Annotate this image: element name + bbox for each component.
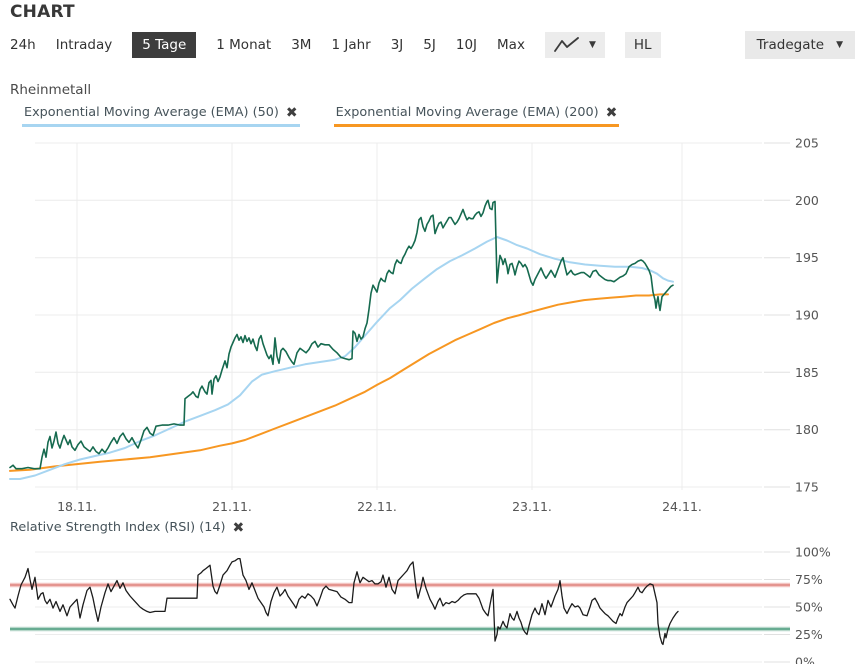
range-tab-intraday[interactable]: Intraday [56,32,113,58]
indicator-label: Exponential Moving Average (EMA) (200) [336,105,599,120]
y-axis-label: 195 [795,250,819,265]
x-axis-label: 24.11. [662,499,702,514]
indicator-chip-ema-200: Exponential Moving Average (EMA) (200) ✖ [334,103,620,127]
hl-button[interactable]: HL [625,32,661,58]
y-axis-label: 25% [795,627,823,642]
range-tabs: 24h Intraday 5 Tage 1 Monat 3M 1 Jahr 3J 5J 10J M… [10,32,525,58]
range-tab-max[interactable]: Max [497,32,525,58]
range-tab-3j[interactable]: 3J [391,32,404,58]
x-axis-label: 18.11. [57,499,97,514]
exchange-label: Tradegate [757,37,824,53]
exchange-dropdown[interactable]: Tradegate ▼ [745,31,855,59]
x-axis-label: 22.11. [357,499,397,514]
y-axis-label: 0% [795,655,815,664]
indicator-label: Relative Strength Index (RSI) (14) [10,520,226,535]
indicator-chip-rsi: Relative Strength Index (RSI) (14) ✖ [10,520,244,535]
remove-indicator-icon[interactable]: ✖ [233,521,245,535]
rsi-chart[interactable]: 100% 75% 50% 25% 0% [0,545,860,664]
y-axis-label: 190 [795,308,819,323]
y-axis-label: 100% [795,545,831,560]
y-axis-label: 200 [795,193,819,208]
indicator-label: Exponential Moving Average (EMA) (50) [24,105,279,120]
symbol-name: Rheinmetall [10,82,91,98]
chevron-down-icon: ▼ [589,41,596,50]
range-tab-5j[interactable]: 5J [423,32,436,58]
toolbar: 24h Intraday 5 Tage 1 Monat 3M 1 Jahr 3J 5J 10J M… [10,31,855,59]
x-axis-label: 21.11. [212,499,252,514]
indicator-chip-ema-50: Exponential Moving Average (EMA) (50) ✖ [22,103,300,127]
range-tab-1-monat[interactable]: 1 Monat [216,32,271,58]
y-axis-label: 185 [795,365,819,380]
range-tab-24h[interactable]: 24h [10,32,36,58]
range-tab-3m[interactable]: 3M [291,32,311,58]
remove-indicator-icon[interactable]: ✖ [286,106,298,120]
remove-indicator-icon[interactable]: ✖ [606,106,618,120]
x-axis-label: 23.11. [512,499,552,514]
y-axis-label: 50% [795,600,823,615]
range-tab-10j[interactable]: 10J [456,32,477,58]
series-price [10,200,673,468]
y-axis-label: 180 [795,422,819,437]
series-rsi [10,559,678,645]
chart-widget: CHART 24h Intraday 5 Tage 1 Monat 3M 1 Jahr 3J… [0,0,860,664]
range-tab-1-jahr[interactable]: 1 Jahr [331,32,370,58]
y-axis-label: 75% [795,572,823,587]
y-axis-label: 175 [795,480,819,495]
price-chart[interactable]: 205 200 195 190 185 180 175 18.11. 21.11. 22.11. 2… [0,130,860,515]
y-axis-label: 205 [795,136,819,151]
series-ema-200 [10,294,668,471]
line-chart-icon [554,36,580,54]
chevron-down-icon: ▼ [836,41,843,50]
indicator-chips: Exponential Moving Average (EMA) (50) ✖ … [22,103,619,127]
range-tab-5-tage[interactable]: 5 Tage [132,32,196,58]
chart-type-button[interactable]: ▼ [545,32,605,58]
page-title: CHART [10,2,75,22]
